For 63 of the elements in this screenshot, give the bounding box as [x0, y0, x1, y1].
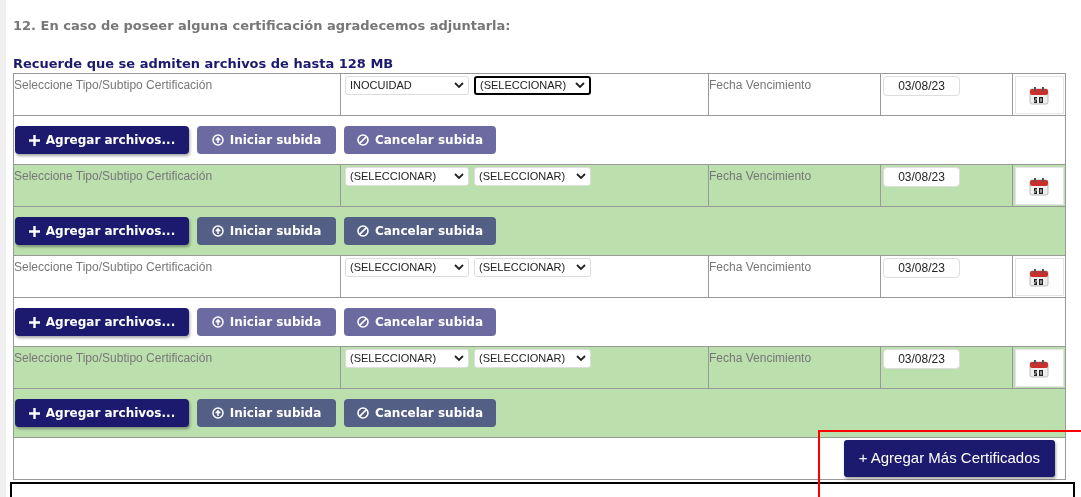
upload-icon	[211, 134, 224, 146]
cancel-upload-button[interactable]: Cancelar subida	[344, 217, 496, 245]
add-files-button[interactable]: Agregar archivos...	[15, 308, 189, 336]
chevron-down-icon	[454, 264, 464, 271]
calendar-icon	[1029, 358, 1049, 378]
plus-icon	[28, 134, 40, 146]
cancel-icon	[356, 134, 369, 146]
dropdown[interactable]: (SELECCIONAR)	[345, 349, 469, 368]
date-field[interactable]: 03/08/23	[883, 76, 960, 96]
field-label: Seleccione Tipo/Subtipo Certificación	[14, 169, 213, 183]
dropdown[interactable]: (SELECCIONAR)	[474, 167, 591, 186]
field-label: Seleccione Tipo/Subtipo Certificación	[14, 78, 213, 92]
dropdown[interactable]: (SELECCIONAR)	[345, 167, 469, 186]
plus-icon	[28, 316, 40, 328]
chevron-down-icon	[454, 355, 464, 362]
start-upload-button[interactable]: Iniciar subida	[197, 126, 336, 154]
dropdown[interactable]: (SELECCIONAR)	[474, 258, 591, 277]
chevron-down-icon	[576, 173, 586, 180]
add-files-button[interactable]: Agregar archivos...	[15, 217, 189, 245]
calendar-button[interactable]	[1014, 258, 1064, 296]
calendar-icon	[1029, 85, 1049, 105]
start-upload-button[interactable]: Iniciar subida	[197, 308, 336, 336]
dropdown[interactable]: (SELECCIONAR)	[345, 258, 469, 277]
dropdown[interactable]: INOCUIDAD	[345, 76, 469, 95]
upload-icon	[211, 225, 224, 237]
cancel-upload-button[interactable]: Cancelar subida	[344, 126, 496, 154]
cancel-upload-button[interactable]: Cancelar subida	[344, 308, 496, 336]
field-label: Fecha Vencimiento	[709, 260, 812, 274]
date-field[interactable]: 03/08/23	[883, 349, 960, 369]
calendar-icon	[1029, 176, 1049, 196]
date-field[interactable]: 03/08/23	[883, 258, 960, 278]
add-files-button[interactable]: Agregar archivos...	[15, 399, 189, 427]
chevron-down-icon	[575, 82, 585, 89]
upload-icon	[211, 316, 224, 328]
chevron-down-icon	[454, 173, 464, 180]
file-size-notice: Recuerde que se admiten archivos de hasta 128 MB	[13, 54, 395, 73]
calendar-button[interactable]	[1014, 167, 1064, 205]
calendar-button[interactable]	[1014, 349, 1064, 387]
plus-icon	[28, 225, 40, 237]
cancel-upload-button[interactable]: Cancelar subida	[344, 399, 496, 427]
dropdown[interactable]: (SELECCIONAR)	[474, 76, 591, 95]
start-upload-button[interactable]: Iniciar subida	[197, 399, 336, 427]
cancel-icon	[356, 407, 369, 419]
chevron-down-icon	[454, 82, 464, 89]
chevron-down-icon	[576, 355, 586, 362]
add-more-certificates-button[interactable]: + Agregar Más Certificados	[843, 440, 1055, 477]
calendar-icon	[1029, 267, 1049, 287]
dropdown[interactable]: (SELECCIONAR)	[474, 349, 591, 368]
field-label: Fecha Vencimiento	[709, 351, 812, 365]
cancel-icon	[356, 225, 369, 237]
field-label: Seleccione Tipo/Subtipo Certificación	[14, 260, 213, 274]
upload-icon	[211, 407, 224, 419]
start-upload-button[interactable]: Iniciar subida	[197, 217, 336, 245]
chevron-down-icon	[576, 264, 586, 271]
field-label: Seleccione Tipo/Subtipo Certificación	[14, 351, 213, 365]
cancel-icon	[356, 316, 369, 328]
date-field[interactable]: 03/08/23	[883, 167, 960, 187]
add-files-button[interactable]: Agregar archivos...	[15, 126, 189, 154]
calendar-button[interactable]	[1014, 76, 1064, 114]
field-label: Fecha Vencimiento	[709, 169, 812, 183]
plus-icon	[28, 407, 40, 419]
question-text: 12. En caso de poseer alguna certificación agradecemos adjuntarla:	[13, 17, 512, 35]
field-label: Fecha Vencimiento	[709, 78, 812, 92]
